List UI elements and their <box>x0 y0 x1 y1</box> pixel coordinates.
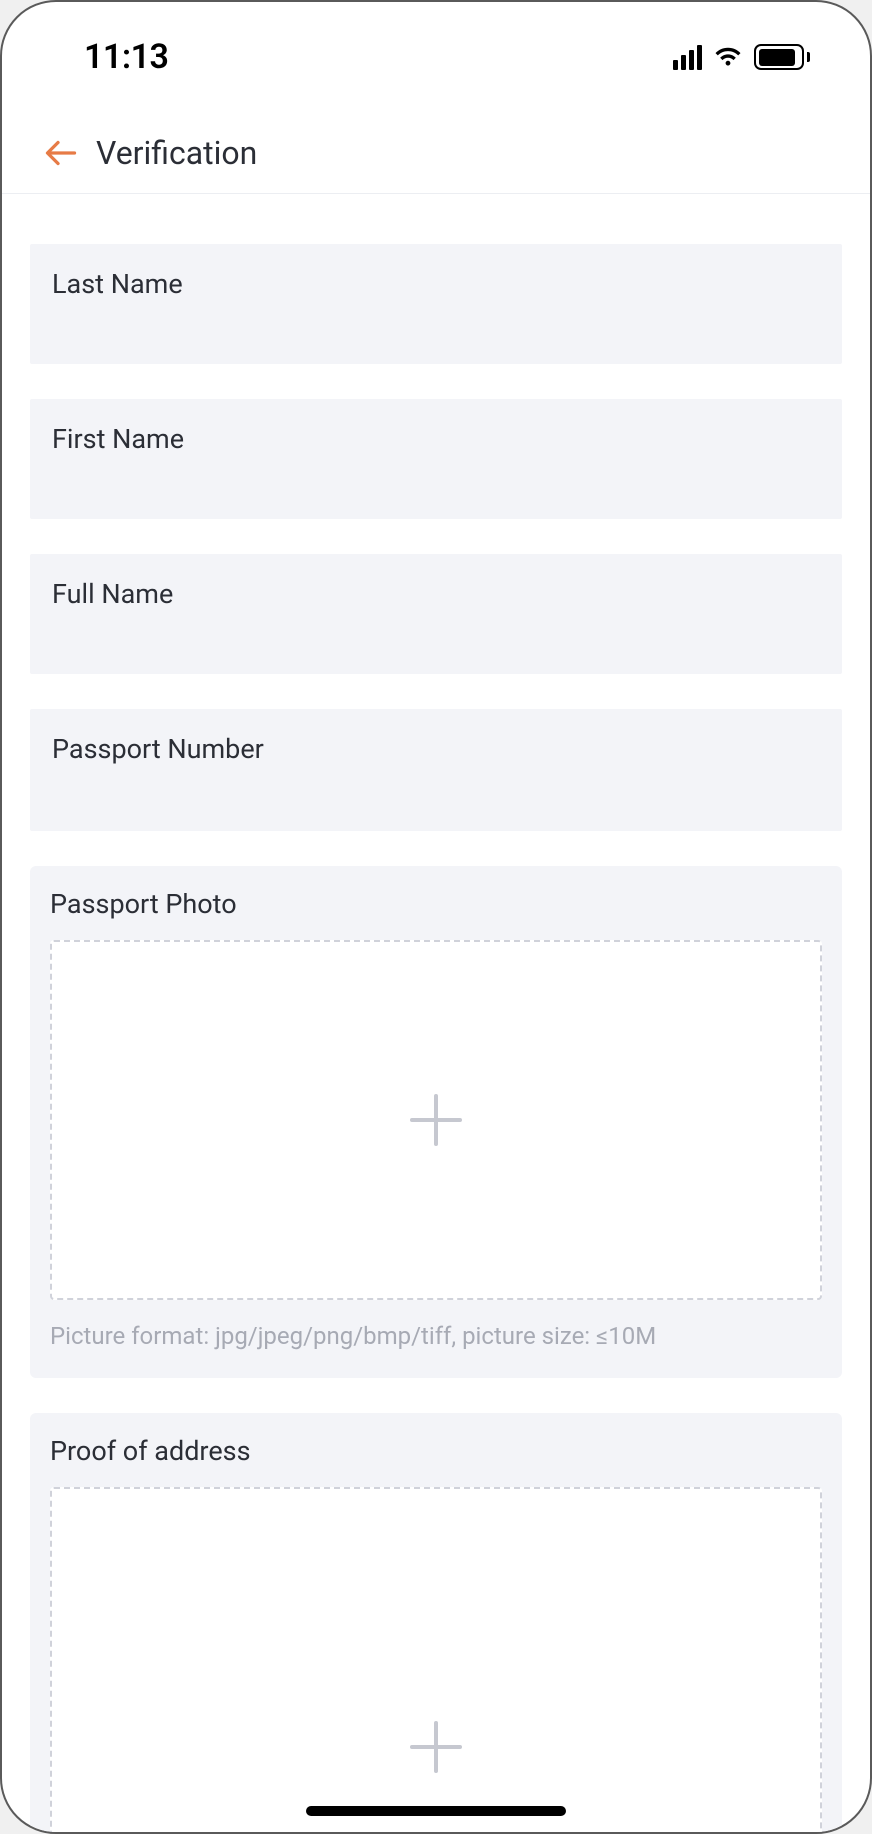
full-name-field[interactable]: Full Name <box>30 554 842 674</box>
cellular-signal-icon <box>673 45 703 70</box>
full-name-input[interactable] <box>52 616 820 652</box>
back-button[interactable] <box>32 124 90 182</box>
form-content: Last Name First Name Full Name Passport … <box>2 194 870 1834</box>
battery-icon <box>754 44 810 70</box>
wifi-icon <box>712 45 744 69</box>
mobile-screen: 11:13 Verification <box>0 0 872 1834</box>
passport-photo-hint: Picture format: jpg/jpeg/png/bmp/tiff, p… <box>50 1320 822 1354</box>
status-bar: 11:13 <box>2 2 870 112</box>
passport-number-input[interactable] <box>52 771 820 807</box>
home-indicator[interactable] <box>306 1806 566 1816</box>
proof-of-address-upload[interactable] <box>50 1487 822 1834</box>
passport-photo-upload[interactable] <box>50 940 822 1300</box>
passport-number-field[interactable]: Passport Number <box>30 709 842 831</box>
last-name-label: Last Name <box>52 268 820 300</box>
full-name-label: Full Name <box>52 578 820 610</box>
first-name-input[interactable] <box>52 461 820 497</box>
status-time: 11:13 <box>84 37 168 77</box>
proof-of-address-section: Proof of address <box>30 1413 842 1834</box>
page-header: Verification <box>2 112 870 194</box>
plus-icon <box>408 1092 464 1148</box>
arrow-left-icon <box>43 135 79 171</box>
page-title: Verification <box>96 134 257 172</box>
first-name-label: First Name <box>52 423 820 455</box>
first-name-field[interactable]: First Name <box>30 399 842 519</box>
status-icons <box>673 44 811 70</box>
last-name-input[interactable] <box>52 306 820 342</box>
passport-photo-label: Passport Photo <box>50 888 822 920</box>
passport-photo-section: Passport Photo Picture format: jpg/jpeg/… <box>30 866 842 1378</box>
plus-icon <box>408 1719 464 1775</box>
proof-of-address-label: Proof of address <box>50 1435 822 1467</box>
passport-number-label: Passport Number <box>52 733 820 765</box>
last-name-field[interactable]: Last Name <box>30 244 842 364</box>
